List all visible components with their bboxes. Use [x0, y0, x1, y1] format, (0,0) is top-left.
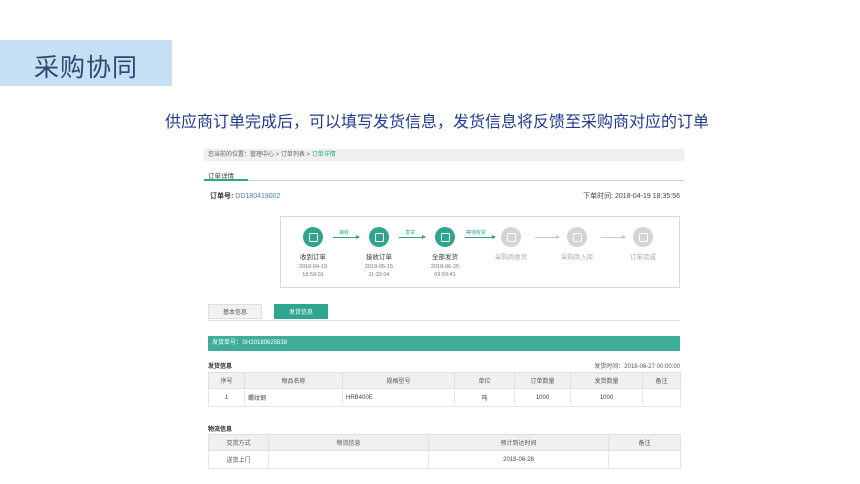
order-time-value: 2018-04-19 18:35:56: [615, 193, 680, 200]
step-circle: [633, 227, 653, 247]
step-date: 2018-05-15 11:32:04: [364, 264, 394, 278]
breadcrumb: 您当前的位置：管理中心 > 订单列表 > 订单详情: [204, 149, 684, 161]
ship-info-tab[interactable]: 发货信息: [274, 304, 328, 319]
step-received: 收到订单 2018-04-19 18:59:01: [283, 227, 343, 279]
clipboard-icon: [374, 232, 384, 242]
arrow-label-ship: 发货: [405, 230, 416, 236]
column-header: 序号: [208, 372, 245, 389]
order-time: 下单时间: 2018-04-19 18:35:56: [583, 191, 680, 201]
shipment-section-title: 发货信息: [208, 364, 233, 370]
shipment-time-value: 2018-06-27 00:00:00: [624, 364, 680, 370]
step-circle: [369, 227, 389, 247]
arrow-label-accept: 接收: [339, 230, 350, 236]
step-circle: [435, 227, 455, 247]
tab-divider: [208, 320, 680, 321]
warehouse-icon: [572, 232, 582, 242]
logistics-section-title: 物流信息: [208, 427, 233, 433]
table-cell: 1000: [570, 388, 643, 407]
step-date: 2018-06-25 09:59:41: [430, 264, 460, 278]
column-header: 交货方式: [208, 434, 269, 451]
step-circle: [567, 227, 587, 247]
table-row: 送货上门 2018-06-28: [208, 450, 681, 469]
column-header: 发货数量: [570, 372, 643, 389]
column-header: 预计到达时间: [428, 434, 609, 451]
step-circle: [501, 227, 521, 247]
step-complete: 订单完成: [613, 227, 673, 261]
column-header: 规格型号: [342, 372, 455, 389]
shipment-number-bar: 发货单号：SH20180625838: [208, 336, 680, 351]
table-header-row: 序号 物品名称 规格型号 单位 订单数量 发货数量 备注: [208, 372, 681, 389]
table-cell: 送货上门: [208, 450, 269, 469]
goods-table: 序号 物品名称 规格型号 单位 订单数量 发货数量 备注 1 螺纹钢 HRB40…: [208, 372, 681, 407]
shipment-time-label: 发货时间：: [594, 364, 625, 370]
shipment-number-value: SH20180625838: [242, 340, 288, 346]
step-buyer-stock: 采购商入库: [547, 227, 607, 261]
check-icon: [638, 232, 648, 242]
table-cell: 螺纹钢: [244, 388, 343, 407]
step-accepted: 接收订单 2018-05-15 11:32:04: [349, 227, 409, 279]
table-cell: [268, 450, 429, 469]
table-cell: 吨: [454, 388, 515, 407]
box-icon: [440, 232, 450, 242]
column-header: 单位: [454, 372, 515, 389]
step-label: 采购商入库: [560, 254, 594, 261]
tab-active-indicator: [204, 179, 248, 181]
breadcrumb-current[interactable]: 订单详情: [312, 152, 336, 158]
table-cell: 1000: [514, 388, 571, 407]
table-cell: HRB400E: [342, 388, 455, 407]
order-number-value[interactable]: DD180419002: [235, 193, 280, 200]
shipment-time: 发货时间：2018-06-27 00:00:00: [594, 361, 680, 370]
table-row: 1 螺纹钢 HRB400E 吨 1000 1000: [208, 388, 681, 407]
column-header: 备注: [642, 372, 681, 389]
step-label: 接收订单: [366, 254, 392, 261]
step-date: 2018-04-19 18:59:01: [298, 264, 328, 278]
order-progress: 收到订单 2018-04-19 18:59:01 接收 接收订单 2018-05-…: [280, 216, 680, 288]
step-buyer-receive: 采购商收货: [481, 227, 541, 261]
table-cell: [642, 388, 681, 407]
table-cell: 1: [208, 388, 245, 407]
column-header: 订单数量: [514, 372, 571, 389]
order-time-label: 下单时间:: [583, 193, 614, 200]
basic-info-tab[interactable]: 基本信息: [208, 304, 262, 319]
logistics-table: 交货方式 物流信息 预计到达时间 备注 送货上门 2018-06-28: [208, 434, 681, 469]
shipment-number-label: 发货单号：: [212, 340, 243, 346]
step-label: 全部发货: [432, 254, 458, 261]
tab-divider: [204, 180, 684, 181]
column-header: 物品名称: [244, 372, 343, 389]
breadcrumb-path: 您当前的位置：管理中心 > 订单列表 >: [208, 152, 312, 158]
table-cell: [608, 450, 681, 469]
step-circle: [303, 227, 323, 247]
slide-subtitle: 供应商订单完成后，可以填写发货信息，发货信息将反馈至采购商对应的订单: [165, 112, 710, 131]
order-number-label: 订单号:: [210, 193, 234, 200]
table-cell: 2018-06-28: [428, 450, 609, 469]
order-detail-screenshot: 您当前的位置：管理中心 > 订单列表 > 订单详情 订单详情 订单号: DD18…: [204, 146, 684, 476]
step-label: 订单完成: [630, 254, 656, 261]
order-number: 订单号: DD180419002: [210, 191, 280, 201]
document-icon: [308, 232, 318, 242]
slide-title: 采购协同: [34, 53, 139, 82]
table-header-row: 交货方式 物流信息 预计到达时间 备注: [208, 434, 681, 451]
step-label: 采购商收货: [494, 254, 528, 261]
step-label: 收到订单: [300, 254, 326, 261]
column-header: 物流信息: [268, 434, 429, 451]
receive-icon: [506, 232, 516, 242]
column-header: 备注: [608, 434, 681, 451]
